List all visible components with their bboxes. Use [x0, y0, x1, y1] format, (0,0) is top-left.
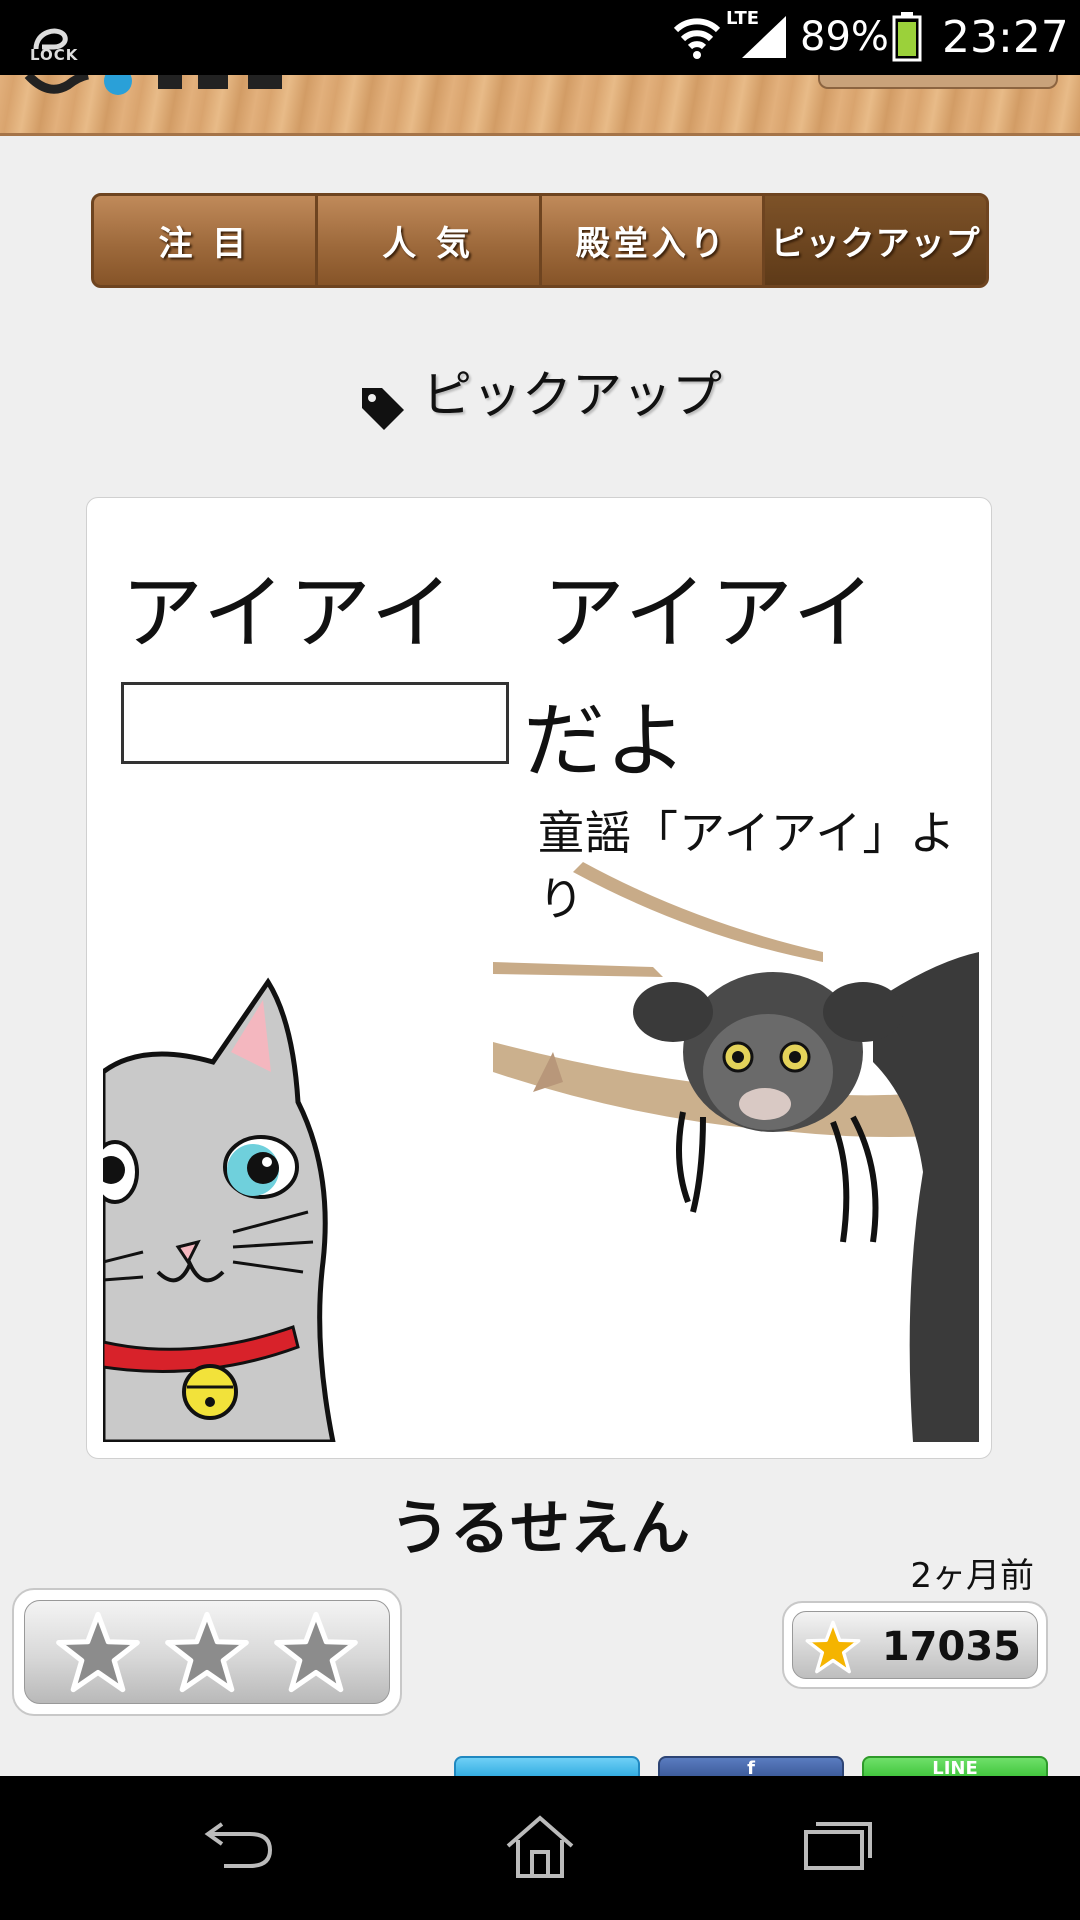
gold-star-icon [805, 1620, 861, 1674]
lock-label: LOCK [30, 46, 79, 64]
header-menu-button[interactable] [818, 75, 1058, 89]
section-heading: ピックアップ [0, 355, 1080, 430]
image-line1: アイアイ アイアイ [121, 566, 879, 661]
system-nav-bar [0, 1776, 1080, 1920]
tab-popular[interactable]: 人 気 [317, 196, 539, 285]
status-bar: LOCK LTE 89% 23:27 [0, 0, 1080, 75]
clock: 23:27 [942, 12, 1069, 63]
cat-illustration [103, 977, 336, 1442]
favorites-count: 17035 [881, 1624, 1021, 1670]
tab-attention[interactable]: 注 目 [94, 196, 315, 285]
post-card[interactable]: アイアイ アイアイ だよ 童謡「アイアイ」より [86, 497, 992, 1459]
rate-star-3-icon[interactable] [273, 1611, 359, 1693]
aye-aye-illustration [493, 862, 979, 1442]
rate-star-2-icon[interactable] [164, 1611, 250, 1693]
recent-apps-icon[interactable] [800, 1814, 876, 1874]
signal-icon [742, 16, 786, 58]
fill-in-blank-box [121, 682, 509, 764]
wifi-icon [673, 18, 721, 59]
back-icon[interactable] [200, 1814, 280, 1874]
home-icon[interactable] [504, 1814, 576, 1880]
battery-icon [892, 12, 922, 62]
post-image[interactable]: アイアイ アイアイ だよ 童謡「アイアイ」より [103, 512, 979, 1442]
tab-pickup[interactable]: ピックアップ [765, 196, 986, 285]
tag-icon [362, 387, 404, 430]
post-timestamp: 2ヶ月前 [910, 1556, 1034, 1596]
category-tabs: 注 目 人 気 殿堂入り ピックアップ [91, 193, 989, 288]
section-title: ピックアップ [422, 366, 722, 424]
favorites-button[interactable]: 17035 [782, 1601, 1048, 1689]
rate-star-1-icon[interactable] [55, 1611, 141, 1693]
battery-percent: 89% [800, 14, 889, 60]
rating-control [12, 1588, 402, 1716]
app-header [0, 75, 1080, 136]
app-logo [24, 75, 282, 95]
image-line2: だよ [523, 694, 688, 789]
tab-hall-of-fame[interactable]: 殿堂入り [541, 196, 763, 285]
